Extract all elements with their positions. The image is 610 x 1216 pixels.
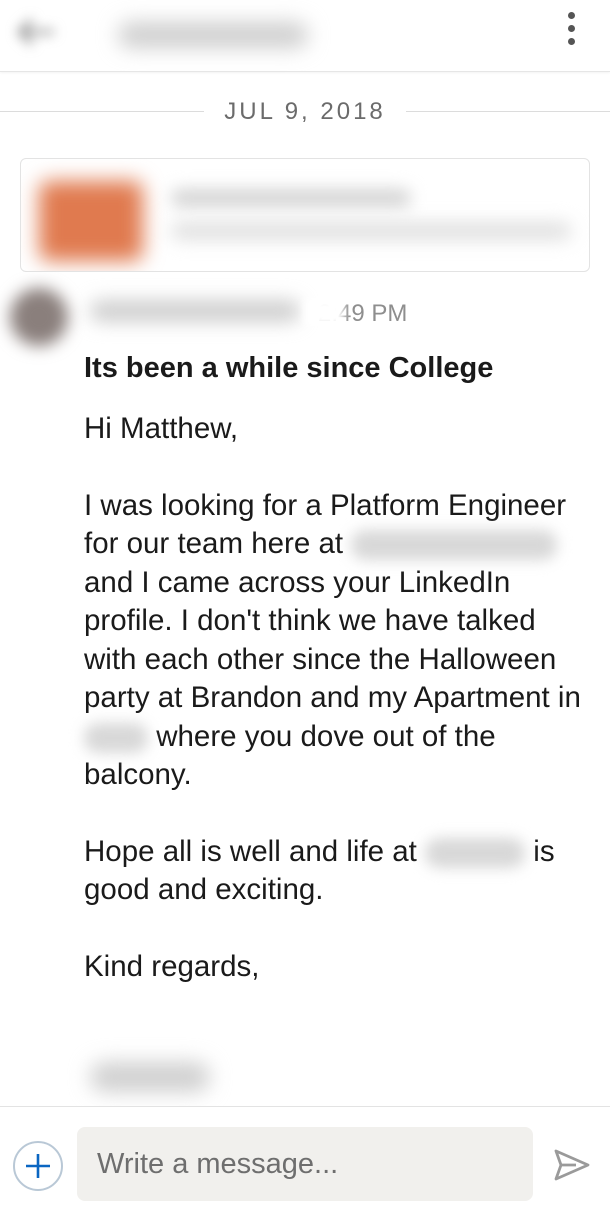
card-subtitle-redacted (171, 223, 571, 239)
message-body: Its been a while since College Hi Matthe… (84, 348, 584, 986)
message-subject: Its been a while since College (84, 352, 494, 384)
message-paragraph: I was looking for a Platform Engineer fo… (84, 487, 584, 795)
message-closing: Kind regards, (84, 949, 260, 983)
message-input[interactable] (77, 1127, 533, 1201)
more-vert-icon[interactable] (556, 8, 586, 48)
date-divider: JUL 9, 2018 (0, 92, 610, 132)
arrow-left-icon[interactable] (14, 14, 58, 50)
redacted-company (351, 530, 558, 561)
conversation-title-redacted (118, 22, 308, 48)
redacted-company (425, 837, 526, 868)
timestamp-redaction (304, 298, 344, 326)
top-bar (0, 0, 610, 72)
divider-line (0, 111, 204, 112)
shared-card[interactable] (20, 158, 590, 272)
redacted-location (84, 722, 148, 753)
message-text: and I came across your LinkedIn profile.… (84, 565, 581, 715)
card-title-redacted (171, 189, 411, 207)
sender-name-redacted (90, 300, 300, 322)
message-paragraph: Hope all is well and life at is good and… (84, 833, 584, 910)
date-label: JUL 9, 2018 (224, 98, 386, 125)
plus-icon[interactable] (13, 1141, 63, 1191)
message-greeting: Hi Matthew, (84, 412, 239, 445)
avatar[interactable] (10, 288, 68, 346)
message-text: Hope all is well and life at (84, 834, 417, 868)
send-icon[interactable] (552, 1145, 592, 1185)
message-composer (0, 1106, 610, 1216)
divider-line (406, 111, 610, 112)
card-thumbnail (39, 181, 143, 261)
signature-redacted (90, 1062, 210, 1092)
